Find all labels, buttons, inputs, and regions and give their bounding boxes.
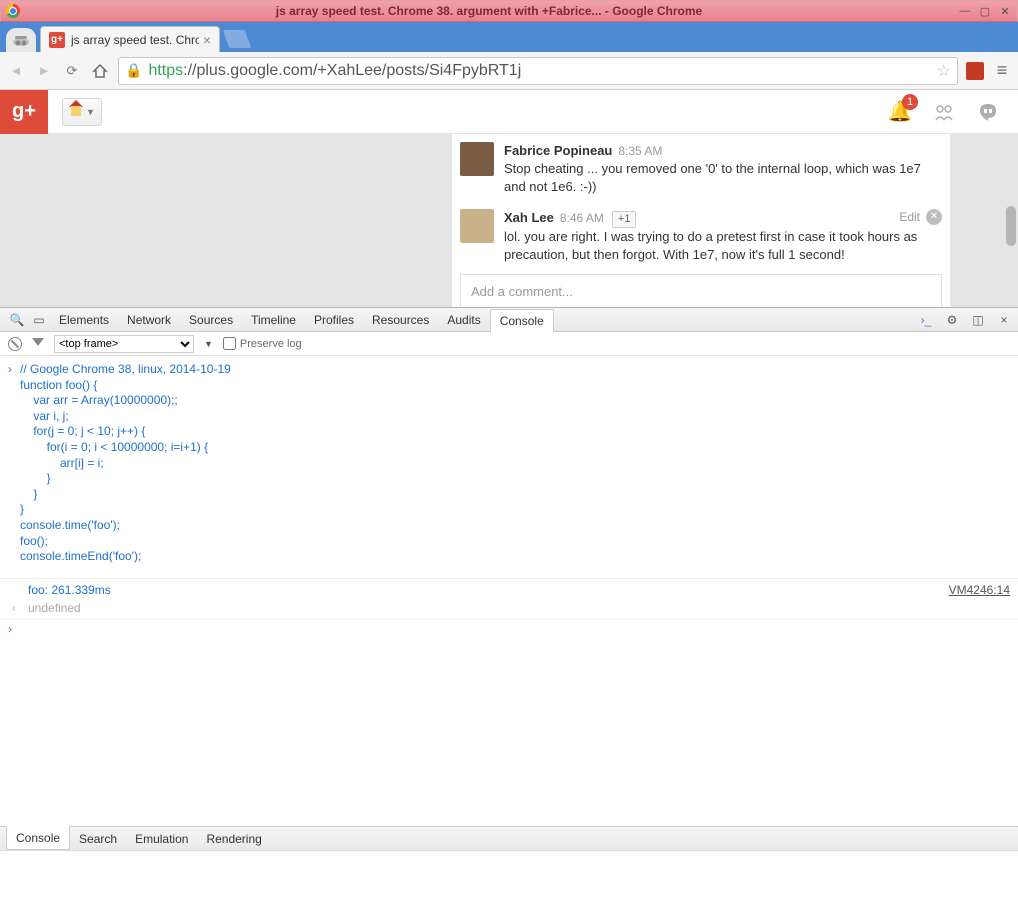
console-prompt[interactable] bbox=[0, 620, 1018, 624]
tab-elements[interactable]: Elements bbox=[50, 308, 118, 332]
comment-author[interactable]: Xah Lee bbox=[504, 210, 554, 225]
console-output[interactable]: // Google Chrome 38, linux, 2014-10-19 f… bbox=[0, 356, 1018, 826]
devtools-close-icon[interactable]: × bbox=[996, 313, 1012, 327]
avatar[interactable] bbox=[460, 209, 494, 243]
add-comment-input[interactable]: Add a comment... bbox=[460, 274, 942, 307]
scrollbar-thumb[interactable] bbox=[1006, 206, 1016, 246]
house-icon bbox=[69, 106, 83, 118]
gplus-home-button[interactable]: ▼ bbox=[62, 98, 102, 126]
comment: Fabrice Popineau 8:35 AM Stop cheating ..… bbox=[460, 136, 942, 203]
drawer-tab-search[interactable]: Search bbox=[70, 827, 126, 851]
drawer-toggle-icon[interactable]: ›_ bbox=[918, 313, 934, 327]
back-button[interactable]: ◄ bbox=[6, 61, 26, 81]
tab-title: js array speed test. Chro bbox=[71, 33, 199, 47]
tab-sources[interactable]: Sources bbox=[180, 308, 242, 332]
console-result: foo: 261.339msVM4246:14 bbox=[0, 579, 1018, 602]
url-input[interactable]: 🔒 https://plus.google.com/+XahLee/posts/… bbox=[118, 57, 958, 85]
tab-profiles[interactable]: Profiles bbox=[305, 308, 363, 332]
clear-console-icon[interactable] bbox=[8, 337, 22, 351]
chrome-icon bbox=[6, 4, 20, 18]
devtools-tabbar: 🔍 ▭ Elements Network Sources Timeline Pr… bbox=[0, 308, 1018, 332]
share-button[interactable] bbox=[930, 98, 958, 126]
console-return: undefined bbox=[0, 601, 1018, 620]
extension-icon[interactable] bbox=[966, 62, 984, 80]
delete-comment-icon[interactable]: ✕ bbox=[926, 209, 942, 225]
comment-text: lol. you are right. I was trying to do a… bbox=[504, 228, 942, 264]
devtools-drawer bbox=[0, 850, 1018, 902]
profile-icon[interactable] bbox=[6, 28, 36, 52]
close-button[interactable]: ✕ bbox=[998, 4, 1012, 18]
tab-favicon: g+ bbox=[49, 32, 65, 48]
url-scheme: https bbox=[148, 62, 183, 80]
drawer-tab-console[interactable]: Console bbox=[6, 826, 70, 850]
filter-icon[interactable] bbox=[32, 338, 44, 350]
browser-tab[interactable]: g+ js array speed test. Chro × bbox=[40, 26, 220, 52]
drawer-tab-rendering[interactable]: Rendering bbox=[197, 827, 270, 851]
drawer-tab-emulation[interactable]: Emulation bbox=[126, 827, 197, 851]
tab-network[interactable]: Network bbox=[118, 308, 180, 332]
os-titlebar: js array speed test. Chrome 38. argument… bbox=[0, 0, 1018, 22]
reload-button[interactable]: ⟳ bbox=[62, 61, 82, 81]
tab-console[interactable]: Console bbox=[490, 309, 554, 333]
gplus-logo[interactable]: g+ bbox=[0, 90, 48, 134]
comment-time: 8:46 AM bbox=[560, 211, 604, 225]
comment-time: 8:35 AM bbox=[618, 144, 662, 158]
dock-icon[interactable]: ◫ bbox=[970, 313, 986, 327]
notifications-button[interactable]: 🔔 1 bbox=[886, 98, 914, 126]
chevron-down-icon: ▼ bbox=[86, 107, 95, 117]
bookmark-star-icon[interactable]: ☆ bbox=[937, 61, 951, 81]
devtools-drawer-tabs: Console Search Emulation Rendering bbox=[0, 826, 1018, 850]
source-link[interactable]: VM4246:14 bbox=[949, 583, 1010, 599]
minimize-button[interactable]: — bbox=[958, 4, 972, 18]
plus-one-button[interactable]: +1 bbox=[612, 211, 637, 228]
new-tab-button[interactable] bbox=[223, 30, 252, 48]
maximize-button[interactable]: ▢ bbox=[978, 4, 992, 18]
chrome-tabstrip: g+ js array speed test. Chro × bbox=[0, 22, 1018, 52]
comment-text: Stop cheating ... you removed one '0' to… bbox=[504, 160, 942, 196]
tab-resources[interactable]: Resources bbox=[363, 308, 438, 332]
console-input-entry: // Google Chrome 38, linux, 2014-10-19 f… bbox=[0, 362, 1018, 568]
forward-button[interactable]: ► bbox=[34, 61, 54, 81]
inspect-icon[interactable]: 🔍 bbox=[6, 313, 28, 327]
edit-link[interactable]: Edit bbox=[899, 209, 920, 226]
url-path: ://plus.google.com/+XahLee/posts/Si4Fpyb… bbox=[183, 62, 521, 80]
preserve-log-checkbox[interactable]: Preserve log bbox=[223, 337, 302, 350]
menu-button[interactable]: ≡ bbox=[992, 61, 1012, 81]
tab-audits[interactable]: Audits bbox=[438, 308, 489, 332]
comment: ✕ Edit Xah Lee 8:46 AM +1 lol. you are rig… bbox=[460, 203, 942, 271]
lock-icon: 🔒 bbox=[125, 62, 142, 79]
settings-icon[interactable]: ⚙ bbox=[944, 313, 960, 327]
home-button[interactable] bbox=[90, 61, 110, 81]
window-title: js array speed test. Chrome 38. argument… bbox=[26, 4, 952, 18]
tab-timeline[interactable]: Timeline bbox=[242, 308, 305, 332]
chevron-down-icon: ▼ bbox=[204, 339, 213, 349]
device-mode-icon[interactable]: ▭ bbox=[28, 313, 50, 327]
chrome-toolbar: ◄ ► ⟳ 🔒 https://plus.google.com/+XahLee/… bbox=[0, 52, 1018, 90]
tab-close-icon[interactable]: × bbox=[203, 32, 211, 48]
avatar[interactable] bbox=[460, 142, 494, 176]
notification-badge: 1 bbox=[902, 94, 918, 110]
comment-author[interactable]: Fabrice Popineau bbox=[504, 143, 612, 158]
post-card: Fabrice Popineau 8:35 AM Stop cheating ..… bbox=[452, 134, 950, 307]
devtools-panel: 🔍 ▭ Elements Network Sources Timeline Pr… bbox=[0, 307, 1018, 902]
hangouts-button[interactable] bbox=[974, 98, 1002, 126]
console-toolbar: <top frame> ▼ Preserve log bbox=[0, 332, 1018, 356]
page-content: Fabrice Popineau 8:35 AM Stop cheating ..… bbox=[0, 134, 1018, 307]
frame-select[interactable]: <top frame> bbox=[54, 335, 194, 353]
gplus-header: g+ ▼ 🔔 1 bbox=[0, 90, 1018, 134]
